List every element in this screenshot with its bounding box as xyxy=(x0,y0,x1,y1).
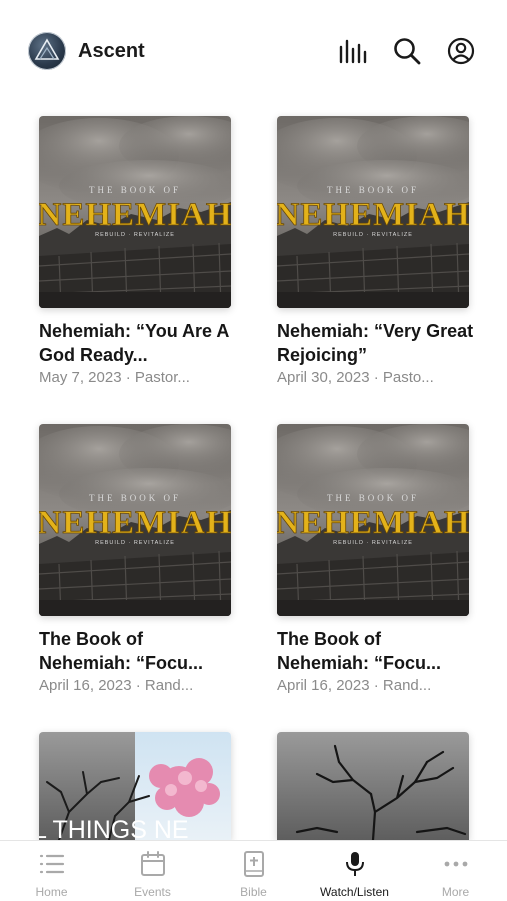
art-tagline: REBUILD · REVITALIZE xyxy=(95,540,175,546)
sermon-meta: April 16, 2023 · Rand... xyxy=(277,677,432,694)
list-icon xyxy=(39,854,65,874)
art-title: NEHEMIAH xyxy=(39,505,231,541)
art-kicker: THE BOOK OF xyxy=(89,185,181,195)
sermon-meta: April 30, 2023 · Pasto... xyxy=(277,369,434,386)
calendar-icon xyxy=(141,851,165,876)
sermon-artwork[interactable]: THE BOOK OF NEHEMIAH REBUILD · REVITALIZ… xyxy=(277,116,469,308)
sermon-artwork[interactable]: THE BOOK OF NEHEMIAH REBUILD · REVITALIZ… xyxy=(277,424,469,616)
tab-home[interactable]: Home xyxy=(1,841,102,901)
microphone-icon xyxy=(346,852,364,876)
sermon-artwork[interactable]: L THINGS NE xyxy=(39,732,231,840)
sermon-title[interactable]: The Book of Nehemiah: “Focu... xyxy=(277,627,477,675)
art-title: NEHEMIAH xyxy=(277,505,469,541)
tab-label: More xyxy=(441,885,470,899)
sermon-title[interactable]: Nehemiah: “Very Great Rejoicing” xyxy=(277,319,477,367)
app-title: Ascent xyxy=(78,40,145,62)
art-tagline: REBUILD · REVITALIZE xyxy=(333,232,413,238)
sermon-artwork[interactable]: THE BOOK OF NEHEMIAH REBUILD · REVITALIZ… xyxy=(39,116,231,308)
tab-bible[interactable]: Bible xyxy=(203,841,304,901)
bible-icon xyxy=(244,851,264,877)
tab-watch-listen[interactable]: Watch/Listen xyxy=(304,841,405,901)
art-tagline: REBUILD · REVITALIZE xyxy=(95,232,175,238)
art-tagline: REBUILD · REVITALIZE xyxy=(333,540,413,546)
search-icon[interactable] xyxy=(392,36,422,66)
tab-label: Watch/Listen xyxy=(320,885,389,899)
sermon-artwork[interactable]: THE BOOK OF NEHEMIAH REBUILD · REVITALIZ… xyxy=(39,424,231,616)
art-kicker: THE BOOK OF xyxy=(327,185,419,195)
app-header: Ascent xyxy=(0,0,507,100)
sermon-meta: May 7, 2023 · Pastor... xyxy=(39,369,190,386)
sermon-title[interactable]: The Book of Nehemiah: “Focu... xyxy=(39,627,239,675)
logo-icon[interactable] xyxy=(28,32,66,70)
tab-label: Bible xyxy=(240,885,267,899)
sermon-meta: April 16, 2023 · Rand... xyxy=(39,677,194,694)
art-kicker: THE BOOK OF xyxy=(89,493,181,503)
art-title: NEHEMIAH xyxy=(39,197,231,233)
art-text: L THINGS NE xyxy=(39,816,189,840)
sermon-title[interactable]: Nehemiah: “You Are A God Ready... xyxy=(39,319,239,367)
account-icon[interactable] xyxy=(446,36,476,66)
bottom-tab-bar: Home Events Bible Watch/Listen More xyxy=(0,840,507,901)
tab-events[interactable]: Events xyxy=(102,841,203,901)
tab-label: Home xyxy=(35,885,68,899)
more-dots-icon xyxy=(444,861,468,867)
sermon-artwork[interactable] xyxy=(277,732,469,840)
tab-more[interactable]: More xyxy=(405,841,506,901)
tab-label: Events xyxy=(134,885,171,899)
art-title: NEHEMIAH xyxy=(277,197,469,233)
art-kicker: THE BOOK OF xyxy=(327,493,419,503)
audio-bars-icon[interactable] xyxy=(337,36,367,66)
